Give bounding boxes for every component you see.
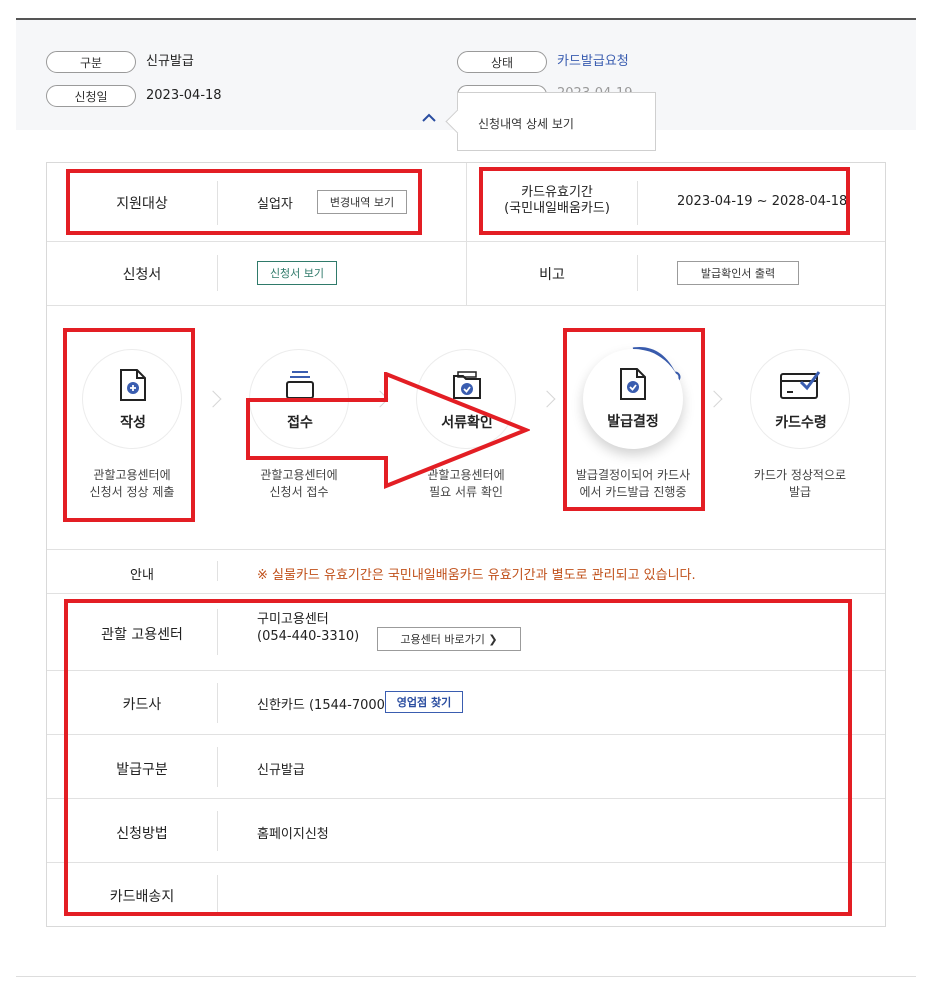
chevron-right-icon [538, 390, 556, 408]
step-card-receive: 카드수령 [750, 349, 850, 449]
type-label: 구분 [46, 51, 136, 73]
chevron-right-icon [705, 390, 723, 408]
date-value: 2023-04-18 [146, 88, 222, 103]
annotation-box-info [64, 599, 852, 916]
type-value: 신규발급 [146, 54, 194, 69]
bottom-divider [16, 976, 916, 977]
notice-text: ※ 실물카드 유효기간은 국민내일배움카드 유효기간과 별도로 관리되고 있습니… [257, 568, 696, 583]
status-value: 카드발급요청 [557, 54, 629, 69]
chevron-right-icon [204, 390, 222, 408]
print-confirmation-button[interactable]: 발급확인서 출력 [677, 261, 799, 285]
annotation-box-support [66, 169, 422, 235]
annotation-box-validity [479, 167, 850, 235]
step-desc-line: 카드가 정상적으로 [753, 468, 847, 482]
step-desc-line: 발급 [788, 485, 812, 499]
tooltip-text: 신청내역 상세 보기 [478, 117, 574, 131]
date-label: 신청일 [46, 85, 136, 107]
annotation-arrow-icon [246, 372, 530, 489]
card-check-icon [780, 371, 821, 399]
notice-label: 안내 [130, 568, 154, 583]
status-label: 상태 [457, 51, 547, 73]
remarks-label: 비고 [539, 267, 565, 283]
detail-tooltip: 신청내역 상세 보기 [457, 92, 656, 151]
chevron-up-icon[interactable] [418, 108, 440, 126]
application-view-button[interactable]: 신청서 보기 [257, 261, 337, 285]
annotation-box-step-issue [563, 328, 705, 511]
application-label: 신청서 [122, 267, 162, 283]
step-label: 카드수령 [775, 415, 827, 431]
annotation-box-step-write [63, 328, 195, 522]
step-desc: 카드가 정상적으로 발급 [725, 467, 875, 501]
